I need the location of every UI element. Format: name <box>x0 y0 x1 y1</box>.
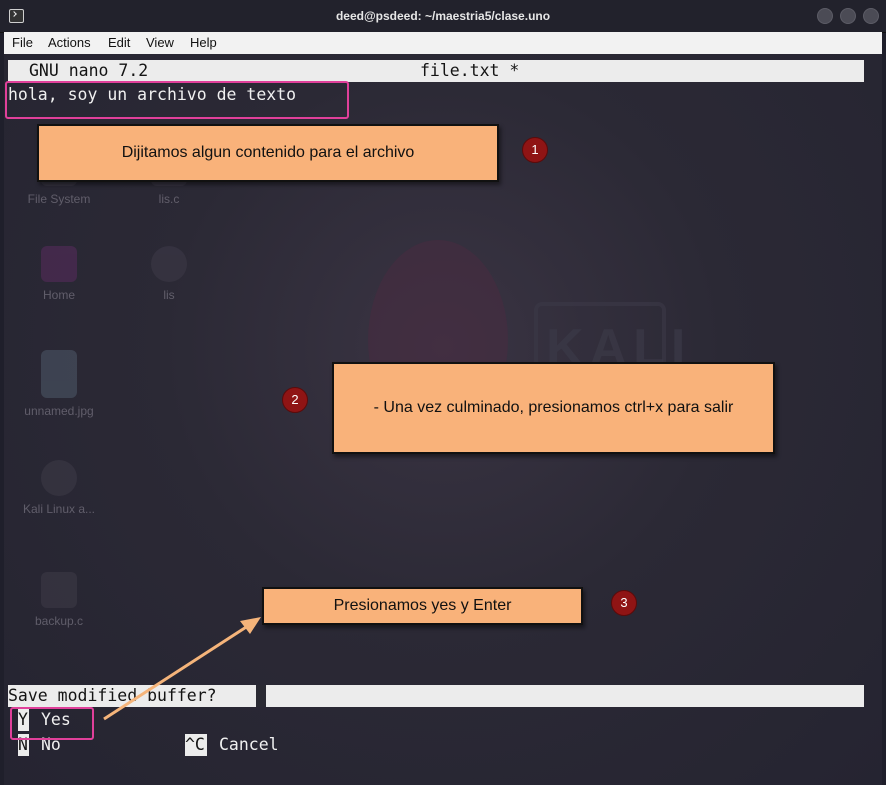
pointer-arrow <box>103 617 261 721</box>
arrow-shaft <box>103 620 255 721</box>
arrow-head <box>240 617 261 634</box>
